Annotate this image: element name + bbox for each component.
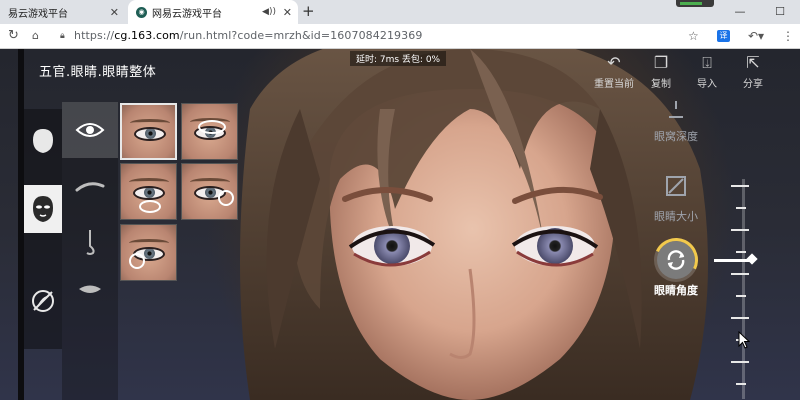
tab-close-icon[interactable]: ✕ bbox=[110, 6, 119, 19]
window-thumbnail bbox=[676, 0, 714, 7]
eyebrow-icon bbox=[75, 182, 105, 192]
rotate-icon bbox=[647, 231, 705, 289]
tab-strip: 易云游戏平台 ✕ ◉ 网易云游戏平台 ◀)) ✕ + — ☐ bbox=[0, 0, 800, 24]
maximize-button[interactable]: ☐ bbox=[760, 0, 800, 24]
category-face-features[interactable] bbox=[24, 185, 62, 233]
subcategory-mouth[interactable] bbox=[62, 270, 118, 310]
highlight-oval bbox=[139, 200, 161, 213]
slider-tick bbox=[736, 207, 746, 209]
netease-cloud-game-favicon-icon: ◉ bbox=[136, 6, 147, 18]
share-icon: ⇱ bbox=[746, 53, 760, 72]
home-icon[interactable]: ⌂ bbox=[32, 24, 39, 48]
reset-current-button[interactable]: ↶ 重置当前 bbox=[594, 53, 634, 90]
eye-icon bbox=[75, 123, 105, 137]
eye-socket-icon bbox=[657, 99, 695, 125]
tab-close-icon[interactable]: ✕ bbox=[283, 6, 292, 19]
url-host: cg.163.com bbox=[114, 29, 180, 42]
editor-breadcrumb: 五官.眼睛.眼睛整体 bbox=[39, 65, 157, 80]
share-button[interactable]: ⇱ 分享 bbox=[733, 53, 773, 90]
network-latency-readout: 延时: 7ms 丢包: 0% bbox=[350, 51, 447, 66]
resize-icon bbox=[657, 167, 695, 205]
slider-tick bbox=[736, 295, 746, 297]
slider-tick bbox=[731, 229, 749, 231]
eye-preset-3[interactable] bbox=[120, 163, 177, 220]
minimize-button[interactable]: — bbox=[720, 0, 760, 24]
subcategory-column bbox=[62, 102, 118, 400]
subcategory-nose[interactable] bbox=[62, 214, 118, 270]
eye-preset-2[interactable] bbox=[181, 103, 238, 160]
param-eye-socket-depth[interactable]: 眼窝深度 bbox=[640, 99, 712, 144]
category-head-shape[interactable] bbox=[24, 119, 62, 163]
address-bar: ↻ ⌂ 🔒︎ https://cg.163.com/run.html?code=… bbox=[0, 24, 800, 49]
param-eye-size[interactable]: 眼睛大小 bbox=[640, 167, 712, 224]
nose-icon bbox=[86, 230, 95, 255]
copy-icon: ❐ bbox=[653, 53, 669, 72]
translate-extension-icon[interactable]: 译 bbox=[717, 30, 730, 42]
param-label: 眼睛角度 bbox=[654, 284, 698, 297]
import-label: 导入 bbox=[697, 79, 717, 90]
refresh-icon[interactable]: ↻ bbox=[8, 24, 19, 48]
tab-title: 易云游戏平台 bbox=[8, 8, 68, 20]
slider-tick bbox=[731, 185, 749, 187]
url-scheme: https:// bbox=[74, 29, 115, 42]
game-viewport[interactable]: 延时: 7ms 丢包: 0% 五官.眼睛.眼睛整体 ↶ 重置当前 ❐ 复制 ⍗ … bbox=[0, 49, 800, 400]
copy-button[interactable]: ❐ 复制 bbox=[641, 53, 681, 90]
eye-preset-5[interactable] bbox=[120, 224, 177, 281]
browser-tab-active[interactable]: ◉ 网易云游戏平台 ◀)) ✕ bbox=[128, 0, 298, 24]
reset-current-label: 重置当前 bbox=[594, 79, 634, 90]
slider-tick bbox=[731, 361, 749, 363]
highlight-circle bbox=[129, 253, 145, 269]
param-eye-angle[interactable]: 眼睛角度 bbox=[640, 231, 712, 298]
speaker-icon[interactable]: ◀)) bbox=[262, 7, 276, 17]
category-column bbox=[24, 109, 62, 349]
new-tab-button[interactable]: + bbox=[302, 2, 315, 20]
param-label: 眼窝深度 bbox=[654, 130, 698, 143]
lock-icon[interactable]: 🔒︎ bbox=[60, 31, 65, 41]
slider-tick bbox=[731, 317, 749, 319]
mouth-icon bbox=[79, 285, 101, 293]
eye-preset-1[interactable] bbox=[120, 103, 177, 160]
eye-preset-4[interactable] bbox=[181, 163, 238, 220]
head-shape-icon bbox=[33, 129, 53, 153]
highlight-circle bbox=[218, 190, 234, 206]
makeup-icon bbox=[32, 290, 54, 312]
slider-tick bbox=[736, 251, 746, 253]
undo-dropdown-icon[interactable]: ↶▾ bbox=[748, 24, 764, 48]
import-button[interactable]: ⍗ 导入 bbox=[687, 53, 727, 90]
copy-label: 复制 bbox=[651, 79, 671, 90]
param-label: 眼睛大小 bbox=[654, 210, 698, 223]
face-features-icon bbox=[33, 196, 53, 222]
slider-tick bbox=[731, 273, 749, 275]
eye-angle-slider-track[interactable] bbox=[742, 179, 745, 399]
reset-icon: ↶ bbox=[607, 53, 621, 72]
share-label: 分享 bbox=[743, 79, 763, 90]
slider-tick bbox=[736, 383, 746, 385]
browser-tab-inactive[interactable]: 易云游戏平台 ✕ bbox=[0, 0, 125, 24]
menu-kebab-icon[interactable]: ⋮ bbox=[782, 24, 794, 48]
bookmark-star-icon[interactable]: ☆ bbox=[688, 24, 699, 48]
import-icon: ⍗ bbox=[702, 53, 712, 72]
mouse-cursor-icon bbox=[738, 331, 750, 349]
url-path: /run.html?code=mrzh&id=1607084219369 bbox=[179, 29, 423, 42]
subcategory-eyebrows[interactable] bbox=[62, 158, 118, 214]
url-field[interactable]: https://cg.163.com/run.html?code=mrzh&id… bbox=[74, 24, 422, 48]
tab-title: 网易云游戏平台 bbox=[152, 8, 222, 20]
highlight-oval bbox=[198, 120, 226, 134]
subcategory-eyes[interactable] bbox=[62, 102, 118, 158]
category-makeup[interactable] bbox=[24, 279, 62, 323]
